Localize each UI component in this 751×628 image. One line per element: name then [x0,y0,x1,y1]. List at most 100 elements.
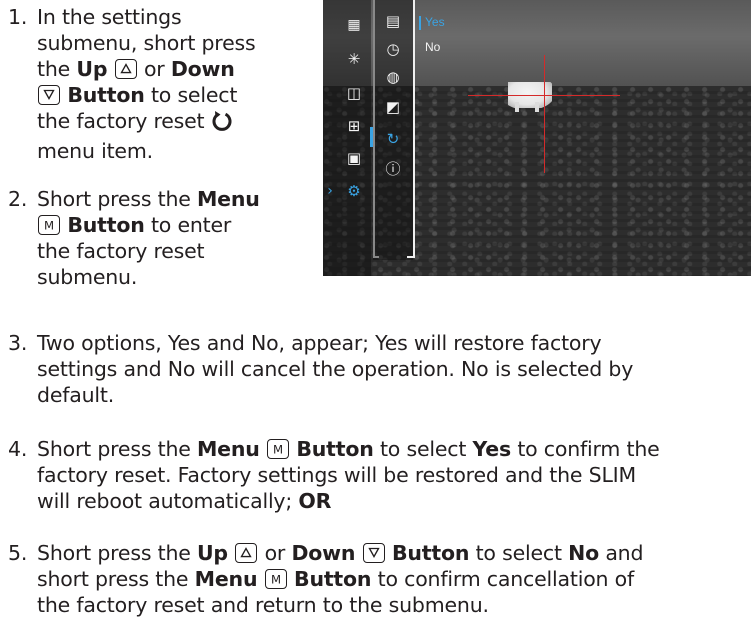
step-line: Button to select [37,82,255,108]
step-line: submenu, short press [37,31,256,55]
step-line: submenu. [37,265,138,289]
image-mode-icon[interactable]: ▦ [343,14,365,36]
selection-marker [370,127,373,147]
screen-off-icon[interactable]: ◫ [343,82,365,104]
step-1: 1. In the settings submenu, short press … [8,4,308,164]
step-line: the Up or Down [37,56,255,82]
button-label: Button [67,83,145,107]
menu-selection-chevron-icon: › [327,183,333,199]
up-label: Up [76,57,108,81]
step-line: settings and No will cancel the operatio… [37,357,634,381]
step-number: 5. [8,541,28,565]
svg-text:M: M [273,443,283,457]
text: Short press the [37,541,191,565]
text: to confirm the [517,437,660,461]
clock-icon[interactable]: ◷ [382,38,404,60]
step-line: default. [37,383,115,407]
no-label: No [568,541,599,565]
menu-label: Menu [194,567,258,591]
step-line: the factory reset [37,239,205,263]
step-line: will reboot automatically; OR [37,488,660,514]
text: to select [379,437,467,461]
text: the factory reset [37,109,205,133]
step-number: 4. [8,437,28,461]
step-text: Two options, Yes and No, appear; Yes wil… [37,330,633,408]
step-text: Short press the Up or Down Button to sel… [37,540,643,618]
step-line: M Button to enter [37,212,260,238]
step-line: menu item. [37,139,153,163]
step-3: 3. Two options, Yes and No, appear; Yes … [8,330,748,410]
step-4: 4. Short press the Menu M Button to sele… [8,436,748,516]
button-label: Button [296,437,374,461]
yes-label: Yes [472,437,512,461]
animal-leg [515,102,519,112]
text: or [264,541,286,565]
factory-reset-icon[interactable]: ↻ [382,128,404,150]
option-no[interactable]: No [425,40,440,54]
text: to select [475,541,562,565]
zoom-icon[interactable]: ⊞ [343,115,365,137]
step-line: Short press the Menu M Button to select … [37,436,660,462]
step-text: Short press the Menu M Button to select … [37,436,660,514]
main-menu: ▦ ✳ ◫ ⊞ ▣ › ⚙ [323,0,371,276]
factory-reset-icon [211,110,233,138]
text: short press the [37,567,189,591]
down-button-icon [362,543,385,563]
step-5: 5. Short press the Up or Down Button to … [8,540,748,620]
down-label: Down [170,57,235,81]
step-number: 2. [8,187,28,211]
settings-submenu: ▤ ◷ ◍ ◩ ↻ ⓘ [373,0,413,260]
text: or [143,57,165,81]
option-yes[interactable]: Yes [425,15,445,29]
step-line: In the settings [37,5,182,29]
bracket-line [407,256,415,258]
or-label: OR [298,489,332,513]
text: the [37,57,71,81]
text: Short press the [37,187,191,211]
settings-icon[interactable]: ⚙ [343,180,365,202]
bracket-line [413,0,415,258]
step-line: factory reset. Factory settings will be … [37,463,637,487]
device-screenshot: ▦ ✳ ◫ ⊞ ▣ › ⚙ ▤ ◷ ◍ ◩ ↻ ⓘ Yes No [323,0,751,276]
down-label: Down [291,541,356,565]
svg-text:M: M [44,219,54,233]
menu-label: Menu [196,187,260,211]
text: and [605,541,644,565]
brightness-icon[interactable]: ✳ [343,48,365,70]
step-line: the factory reset and return to the subm… [37,593,489,617]
menu-button-icon: M [267,439,290,459]
text: to enter [150,213,232,237]
selection-marker [419,16,421,30]
button-label: Button [67,213,145,237]
step-text: Short press the Menu M Button to enter t… [37,186,260,290]
down-button-icon [38,85,60,105]
step-line: Short press the Menu [37,186,260,212]
menu-button-icon: M [38,215,60,235]
button-label: Button [294,567,372,591]
text: Short press the [37,437,191,461]
units-icon[interactable]: ◩ [382,96,404,118]
up-button-icon [114,59,137,79]
text: to confirm cancellation of [377,567,635,591]
step-2: 2. Short press the Menu M Button to ente… [8,186,308,296]
menu-button-icon: M [264,569,287,589]
button-label: Button [391,541,470,565]
step-text: In the settings submenu, short press the… [37,4,256,164]
svg-text:M: M [271,573,281,587]
animal-leg [535,102,539,112]
up-label: Up [196,541,228,565]
step-line: short press the Menu M Button to confirm… [37,566,643,592]
step-number: 1. [8,5,28,29]
language-globe-icon[interactable]: ◍ [382,66,404,88]
picture-in-picture-icon[interactable]: ▣ [343,147,365,169]
menu-label: Menu [196,437,260,461]
info-icon[interactable]: ⓘ [382,158,404,180]
text: to select [150,83,238,107]
text: will reboot automatically; [37,489,293,513]
step-number: 3. [8,331,28,355]
up-button-icon [235,543,258,563]
calendar-icon[interactable]: ▤ [382,10,404,32]
crosshair-vertical [544,55,545,173]
step-line: Short press the Up or Down Button to sel… [37,540,643,566]
step-line: Two options, Yes and No, appear; Yes wil… [37,331,602,355]
